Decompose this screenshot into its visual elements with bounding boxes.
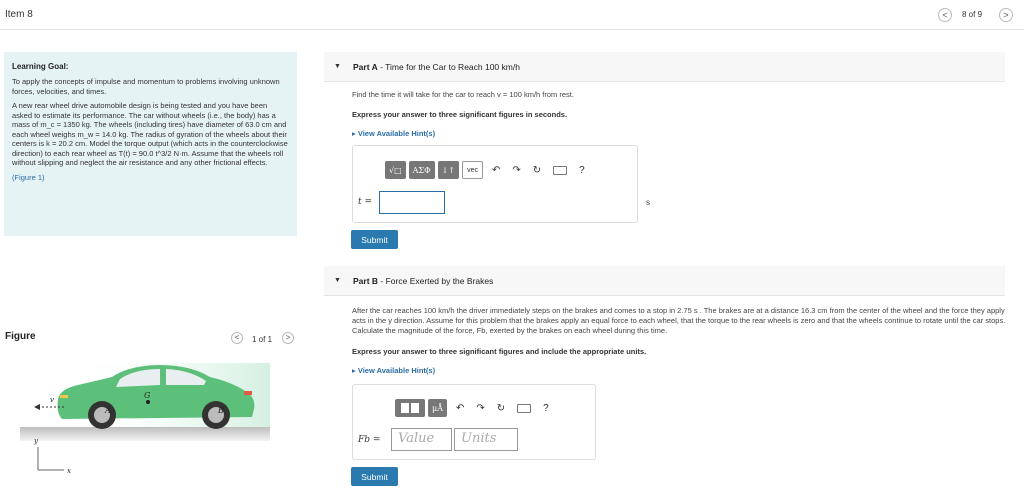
learning-goal-title: Learning Goal: — [12, 62, 69, 71]
undo-icon[interactable]: ↶ — [456, 403, 464, 414]
part-a-submit-button[interactable]: Submit — [351, 230, 398, 249]
next-item-button[interactable]: > — [999, 8, 1013, 22]
part-b-title: Part B - Force Exerted by the Brakes — [353, 276, 493, 286]
redo-icon[interactable]: ↷ — [476, 403, 484, 414]
car-diagram: G A B v y x — [20, 363, 270, 475]
part-a-variable-label: t = — [358, 197, 373, 207]
part-b-submit-button[interactable]: Submit — [351, 467, 398, 486]
ground — [20, 427, 270, 441]
velocity-arrow-head — [34, 404, 40, 410]
figure-link[interactable]: (Figure 1) — [12, 173, 289, 182]
part-b-toolbar: μÅ ↶ ↷ ↻ ? — [395, 399, 549, 417]
label-g: G — [144, 391, 151, 400]
vector-button[interactable]: vec — [462, 161, 483, 179]
label-a: A — [104, 406, 111, 415]
subscript-superscript-button[interactable]: ↓↑ — [437, 161, 460, 179]
item-position: 8 of 9 — [962, 10, 983, 19]
part-a-instruction: Express your answer to three significant… — [352, 110, 568, 119]
part-a-header[interactable]: ▼ Part A - Time for the Car to Reach 100… — [324, 52, 1005, 82]
help-icon[interactable]: ? — [579, 165, 585, 176]
reset-icon[interactable]: ↻ — [497, 403, 505, 414]
templates-button[interactable]: √□ — [385, 161, 406, 179]
templates-button[interactable] — [395, 399, 425, 417]
label-x: x — [67, 467, 71, 475]
part-a-toolbar: √□ ΑΣΦ ↓↑ vec ↶ ↷ ↻ ? — [385, 161, 585, 179]
part-b-instruction: Express your answer to three significant… — [352, 347, 647, 356]
part-b-header[interactable]: ▼ Part B - Force Exerted by the Brakes — [324, 266, 1005, 296]
reset-icon[interactable]: ↻ — [533, 165, 541, 176]
part-b-variable-label: Fb = — [358, 435, 381, 445]
figure-heading: Figure — [5, 331, 36, 342]
figure-prev-button[interactable]: < — [231, 332, 243, 344]
center-of-mass-dot — [146, 400, 150, 404]
part-b-value-input[interactable]: Value — [391, 428, 452, 451]
part-a-unit: s — [646, 198, 651, 207]
keyboard-icon[interactable] — [553, 165, 568, 175]
part-b-label: Part B — [353, 276, 379, 286]
keyboard-icon[interactable] — [517, 403, 532, 413]
part-a-title: Part A - Time for the Car to Reach 100 k… — [353, 62, 520, 72]
part-a-answer-input[interactable] — [379, 191, 445, 214]
part-a-question: Find the time it will take for the car t… — [352, 90, 574, 99]
units-symbol-button[interactable]: μÅ — [428, 399, 447, 417]
part-a-hint-link[interactable]: ▸ View Available Hint(s) — [352, 129, 435, 138]
label-b: B — [217, 406, 224, 415]
collapse-caret-icon[interactable]: ▼ — [334, 63, 341, 70]
learning-goal-intro: To apply the concepts of impulse and mom… — [12, 77, 280, 96]
prev-item-button[interactable]: < — [938, 8, 952, 22]
car-figure: G A B v y x — [20, 355, 300, 480]
help-icon[interactable]: ? — [543, 403, 549, 414]
figure-count: 1 of 1 — [252, 335, 273, 344]
figure-next-button[interactable]: > — [282, 332, 294, 344]
label-v: v — [50, 396, 54, 404]
car-taillight — [244, 391, 252, 395]
part-b-title-text: - Force Exerted by the Brakes — [380, 276, 494, 286]
undo-icon[interactable]: ↶ — [492, 165, 500, 176]
item-title: Item 8 — [5, 9, 33, 20]
top-bar: Item 8 < 8 of 9 > — [0, 0, 1024, 30]
greek-symbols-button[interactable]: ΑΣΦ — [408, 161, 435, 179]
redo-icon[interactable]: ↷ — [512, 165, 520, 176]
part-a-title-text: - Time for the Car to Reach 100 km/h — [380, 62, 520, 72]
part-b-question: After the car reaches 100 km/h the drive… — [352, 306, 1006, 335]
learning-goal-body: A new rear wheel drive automobile design… — [12, 101, 288, 167]
part-a-label: Part A — [353, 62, 378, 72]
car-headlight — [60, 395, 68, 398]
part-b-units-input[interactable]: Units — [454, 428, 518, 451]
part-b-hint-link[interactable]: ▸ View Available Hint(s) — [352, 366, 435, 375]
learning-goal-panel: Learning Goal: To apply the concepts of … — [4, 52, 297, 236]
collapse-caret-icon[interactable]: ▼ — [334, 277, 341, 284]
